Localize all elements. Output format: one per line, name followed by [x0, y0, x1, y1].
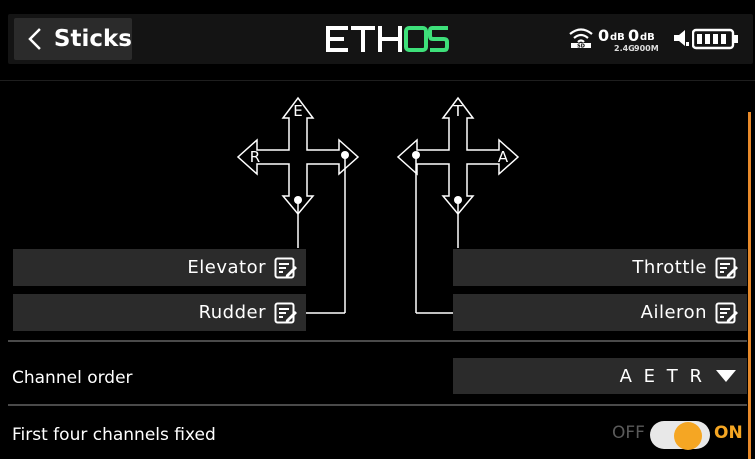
status-area: SD 0 dB 2.4G 0 dB 900M [568, 22, 748, 58]
chevron-left-icon [28, 28, 41, 50]
page-title: Sticks [53, 26, 132, 52]
toggle-off-label: OFF [612, 423, 645, 443]
elevator-field[interactable]: Elevator [13, 249, 306, 286]
ethos-logo [326, 26, 449, 52]
section-divider [8, 340, 747, 342]
throttle-label: Throttle [632, 257, 707, 278]
throttle-field[interactable]: Throttle [453, 249, 747, 286]
back-button[interactable]: Sticks [14, 18, 132, 60]
rssi-1-value: 0 [598, 26, 610, 45]
edit-icon [274, 257, 297, 278]
battery-icon [692, 28, 738, 50]
rssi-2-band: 900M [634, 44, 659, 53]
right-stick-right-label: A [498, 148, 509, 166]
first-four-fixed-toggle[interactable]: OFF ON [612, 420, 752, 450]
channel-order-dropdown[interactable]: A E T R [453, 358, 747, 394]
right-stick-up-label: T [452, 102, 463, 120]
aileron-field[interactable]: Aileron [453, 294, 747, 331]
volume-icon [674, 30, 689, 46]
rssi-1-unit: dB [610, 32, 625, 43]
left-stick-left-label: R [250, 148, 260, 166]
wifi-icon: SD [569, 28, 593, 49]
rssi-1-band: 2.4G [614, 44, 635, 53]
toggle-on-label: ON [714, 423, 743, 443]
left-stick-up-label: E [293, 102, 302, 120]
edit-icon [274, 302, 297, 323]
first-four-fixed-label: First four channels fixed [12, 425, 216, 445]
row-divider [8, 404, 747, 406]
edit-icon [715, 257, 738, 278]
channel-order-value: A E T R [619, 365, 705, 387]
svg-text:SD: SD [577, 44, 585, 49]
rssi-2-value: 0 [628, 26, 640, 45]
toggle-thumb [674, 422, 702, 450]
rssi-2-unit: dB [640, 32, 655, 43]
top-bar: Sticks SD 0 dB 2.4G 0 dB 900M [0, 0, 755, 80]
edit-icon [715, 302, 738, 323]
channel-order-label: Channel order [12, 368, 133, 388]
rudder-field[interactable]: Rudder [13, 294, 306, 331]
aileron-label: Aileron [640, 302, 707, 323]
elevator-label: Elevator [187, 257, 266, 278]
dropdown-arrow-icon [716, 370, 736, 382]
rudder-label: Rudder [198, 302, 266, 323]
